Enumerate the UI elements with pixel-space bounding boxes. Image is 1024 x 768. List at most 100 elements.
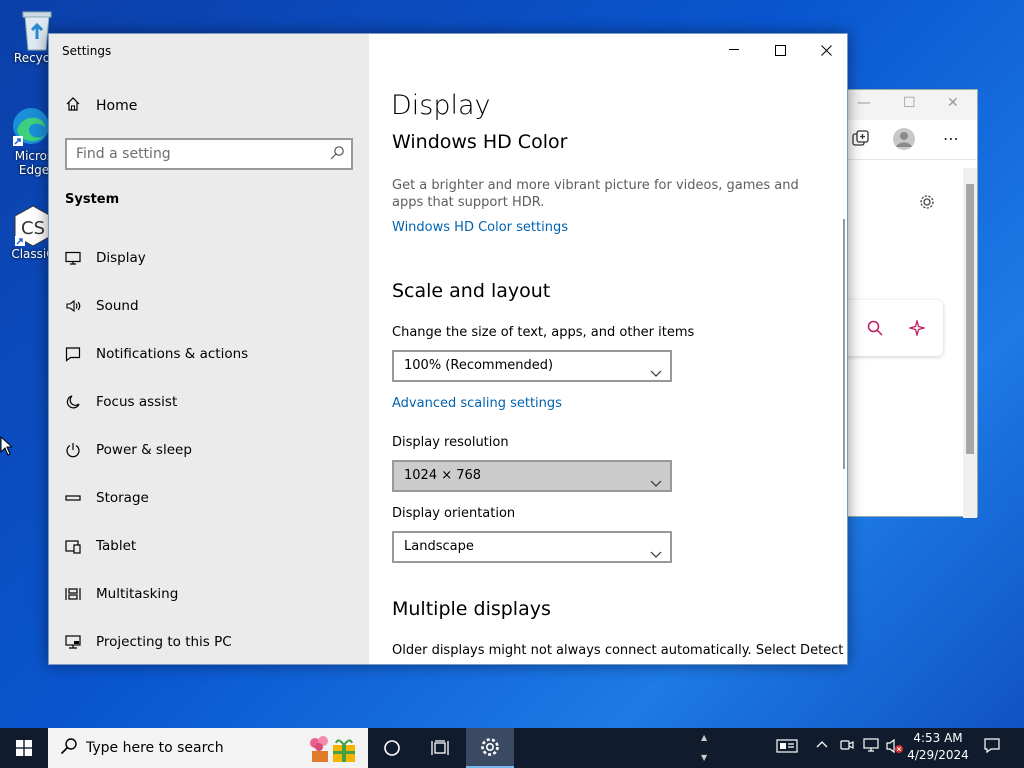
nav-item-power-sleep[interactable]: Power & sleep — [49, 426, 369, 474]
windows-logo-icon — [16, 740, 32, 756]
nav-item-focus-assist[interactable]: Focus assist — [49, 378, 369, 426]
profile-avatar-icon[interactable] — [893, 128, 915, 154]
copilot-sparkle-icon[interactable] — [907, 318, 927, 340]
more-options-icon[interactable]: ⋯ — [943, 129, 959, 148]
cortana-button[interactable] — [368, 728, 416, 768]
dropdown-value: 1024 × 768 — [404, 468, 482, 483]
nav-item-label: Multitasking — [96, 586, 179, 602]
cortana-circle-icon — [384, 740, 400, 756]
search-icon[interactable] — [329, 145, 345, 165]
tablet-icon — [65, 538, 81, 554]
hd-color-settings-link[interactable]: Windows HD Color settings — [392, 220, 568, 235]
nav-item-projecting[interactable]: Projecting to this PC — [49, 618, 369, 664]
dropdown-value: 100% (Recommended) — [404, 358, 554, 373]
find-setting-search[interactable] — [65, 138, 353, 170]
search-icon — [60, 737, 78, 759]
background-browser-window[interactable]: — ☐ ✕ ⋯ — [845, 89, 978, 518]
search-highlight-flowers-icon — [306, 733, 358, 763]
edge-browser-icon — [11, 106, 51, 146]
content-scrollbar[interactable] — [843, 219, 845, 469]
nav-item-label: Tablet — [96, 538, 137, 554]
app-title: Settings — [62, 44, 112, 58]
nav-home-label: Home — [96, 98, 138, 114]
action-center-icon[interactable] — [984, 738, 1000, 758]
chevron-up-icon[interactable] — [816, 738, 828, 754]
start-button[interactable] — [0, 728, 48, 768]
hd-color-heading: Windows HD Color — [392, 131, 568, 153]
taskbar-scroll-arrows[interactable]: ▲ ▼ — [698, 728, 714, 768]
nav-item-multitasking[interactable]: Multitasking — [49, 570, 369, 618]
monitor-icon — [65, 250, 81, 266]
resolution-dropdown[interactable]: 1024 × 768 — [392, 460, 672, 492]
speaker-icon — [65, 298, 81, 314]
chevron-up-icon[interactable]: ▲ — [701, 733, 707, 742]
settings-window: Settings Home System Display Sound — [48, 33, 848, 665]
settings-nav-pane: Settings Home System Display Sound — [49, 34, 369, 664]
home-icon — [65, 96, 81, 116]
nav-item-display[interactable]: Display — [49, 234, 369, 282]
taskbar-search-box[interactable]: Type here to search — [48, 728, 368, 768]
multitasking-icon — [65, 586, 81, 602]
nav-section-header: System — [65, 192, 120, 207]
scrollbar-thumb[interactable] — [966, 184, 974, 454]
moon-icon — [65, 394, 81, 410]
chevron-down-icon — [650, 471, 662, 499]
clock-date: 4/29/2024 — [907, 748, 969, 762]
nav-item-label: Focus assist — [96, 394, 178, 410]
maximize-icon[interactable]: ☐ — [903, 95, 916, 111]
scale-layout-heading: Scale and layout — [392, 280, 551, 302]
task-view-button[interactable] — [416, 728, 464, 768]
multiple-displays-heading: Multiple displays — [392, 598, 551, 620]
hd-color-description: Get a brighter and more vibrant picture … — [392, 178, 799, 210]
close-icon[interactable]: ✕ — [947, 95, 959, 111]
orientation-label: Display orientation — [392, 506, 516, 521]
minimize-icon[interactable]: — — [857, 95, 871, 111]
mouse-cursor-icon — [0, 435, 14, 460]
maximize-button[interactable] — [757, 34, 803, 66]
projecting-icon — [65, 634, 81, 650]
nav-item-sound[interactable]: Sound — [49, 282, 369, 330]
taskbar-search-placeholder: Type here to search — [86, 740, 224, 756]
nav-item-tablet[interactable]: Tablet — [49, 522, 369, 570]
nav-item-label: Sound — [96, 298, 139, 314]
task-view-icon — [431, 740, 449, 755]
nav-item-storage[interactable]: Storage — [49, 474, 369, 522]
nav-list: Display Sound Notifications & actions Fo… — [49, 234, 369, 664]
chevron-down-icon — [650, 361, 662, 389]
scale-size-label: Change the size of text, apps, and other… — [392, 325, 695, 340]
page-title: Display — [391, 90, 491, 121]
network-icon[interactable] — [863, 738, 879, 756]
nav-item-label: Notifications & actions — [96, 346, 249, 362]
clock-time: 4:53 AM — [913, 731, 963, 745]
meet-now-icon[interactable] — [840, 738, 854, 756]
orientation-dropdown[interactable]: Landscape — [392, 531, 672, 563]
minimize-button[interactable] — [711, 34, 757, 66]
gear-icon — [481, 738, 499, 756]
taskbar-clock[interactable]: 4:53 AM 4/29/2024 — [904, 730, 972, 764]
nav-home[interactable]: Home — [65, 96, 137, 116]
nav-item-notifications[interactable]: Notifications & actions — [49, 330, 369, 378]
nav-item-label: Power & sleep — [96, 442, 192, 458]
classic-shell-icon: CS — [13, 204, 53, 247]
settings-taskbar-button[interactable] — [466, 728, 514, 768]
chevron-down-icon[interactable]: ▼ — [701, 753, 707, 762]
browser-search-box[interactable] — [845, 300, 943, 356]
search-input[interactable] — [67, 140, 307, 168]
chevron-down-icon — [650, 542, 662, 570]
storage-icon — [65, 490, 81, 506]
resolution-label: Display resolution — [392, 435, 509, 450]
browser-scrollbar[interactable] — [963, 168, 977, 518]
scale-size-dropdown[interactable]: 100% (Recommended) — [392, 350, 672, 382]
volume-muted-icon[interactable] — [886, 738, 904, 758]
power-icon — [65, 442, 81, 458]
collections-icon[interactable] — [851, 130, 869, 152]
settings-content-pane: Display Windows HD Color Get a brighter … — [369, 34, 847, 664]
close-button[interactable] — [803, 34, 847, 66]
browser-titlebar: — ☐ ✕ — [847, 90, 977, 120]
advanced-scaling-link[interactable]: Advanced scaling settings — [392, 396, 562, 411]
search-icon[interactable] — [867, 320, 883, 340]
nav-item-label: Projecting to this PC — [96, 634, 232, 650]
gear-icon[interactable] — [919, 194, 935, 214]
news-feed-icon[interactable] — [776, 738, 798, 758]
nav-item-label: Display — [96, 250, 146, 266]
